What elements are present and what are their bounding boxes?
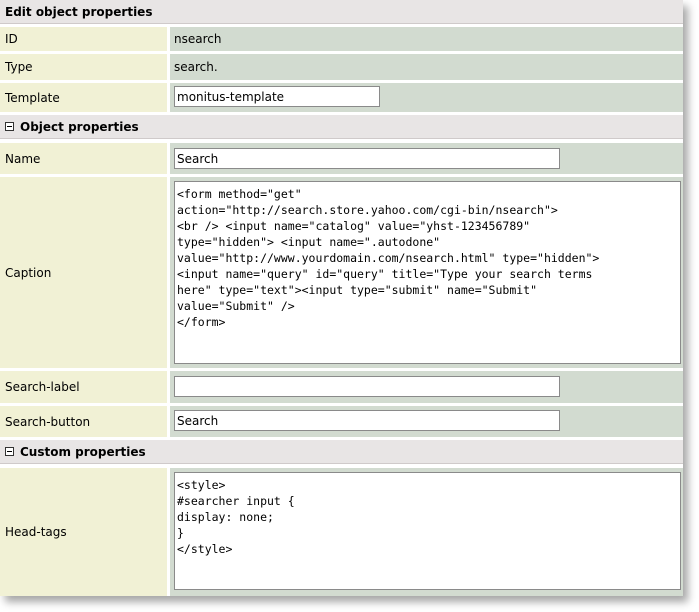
template-label: Template [0,83,167,112]
search-button-row: Search-button [0,406,683,437]
search-label-value-cell [170,371,683,403]
search-label-input[interactable] [174,376,560,397]
search-label-row: Search-label [0,371,683,403]
head-tags-value-cell: <style> #searcher input { display: none;… [170,468,683,596]
id-label: ID [0,27,167,51]
id-row: ID nsearch [0,27,683,51]
edit-object-title: Edit object properties [5,4,153,19]
head-tags-label: Head-tags [0,468,167,596]
name-input[interactable] [174,148,560,169]
search-button-value-cell [170,406,683,437]
caption-textarea[interactable]: <form method="get" action="http://search… [174,181,681,364]
name-row: Name [0,143,683,174]
type-label: Type [0,54,167,80]
custom-properties-header[interactable]: Custom properties [0,440,683,464]
type-row: Type search. [0,54,683,80]
template-row: Template [0,83,683,112]
head-tags-row: Head-tags <style> #searcher input { disp… [0,468,683,596]
caption-label: Caption [0,177,167,368]
minus-box-icon[interactable] [5,447,14,456]
search-label-label: Search-label [0,371,167,403]
caption-row: Caption <form method="get" action="http:… [0,177,683,368]
type-value-cell: search. [170,54,683,80]
object-properties-header[interactable]: Object properties [0,115,683,139]
search-button-input[interactable] [174,410,560,431]
name-value-cell [170,143,683,174]
edit-object-header: Edit object properties [0,0,683,24]
head-tags-textarea[interactable]: <style> #searcher input { display: none;… [174,472,681,590]
id-value-cell: nsearch [170,27,683,51]
custom-properties-title: Custom properties [20,444,146,459]
edit-object-panel: Edit object properties ID nsearch Type s… [0,0,683,596]
caption-value-cell: <form method="get" action="http://search… [170,177,683,368]
template-value-cell [170,83,683,112]
template-input[interactable] [174,86,380,107]
type-value: search. [174,60,218,74]
name-label: Name [0,143,167,174]
minus-box-icon[interactable] [5,122,14,131]
id-value: nsearch [174,32,222,46]
search-button-label: Search-button [0,406,167,437]
object-properties-title: Object properties [20,119,139,134]
